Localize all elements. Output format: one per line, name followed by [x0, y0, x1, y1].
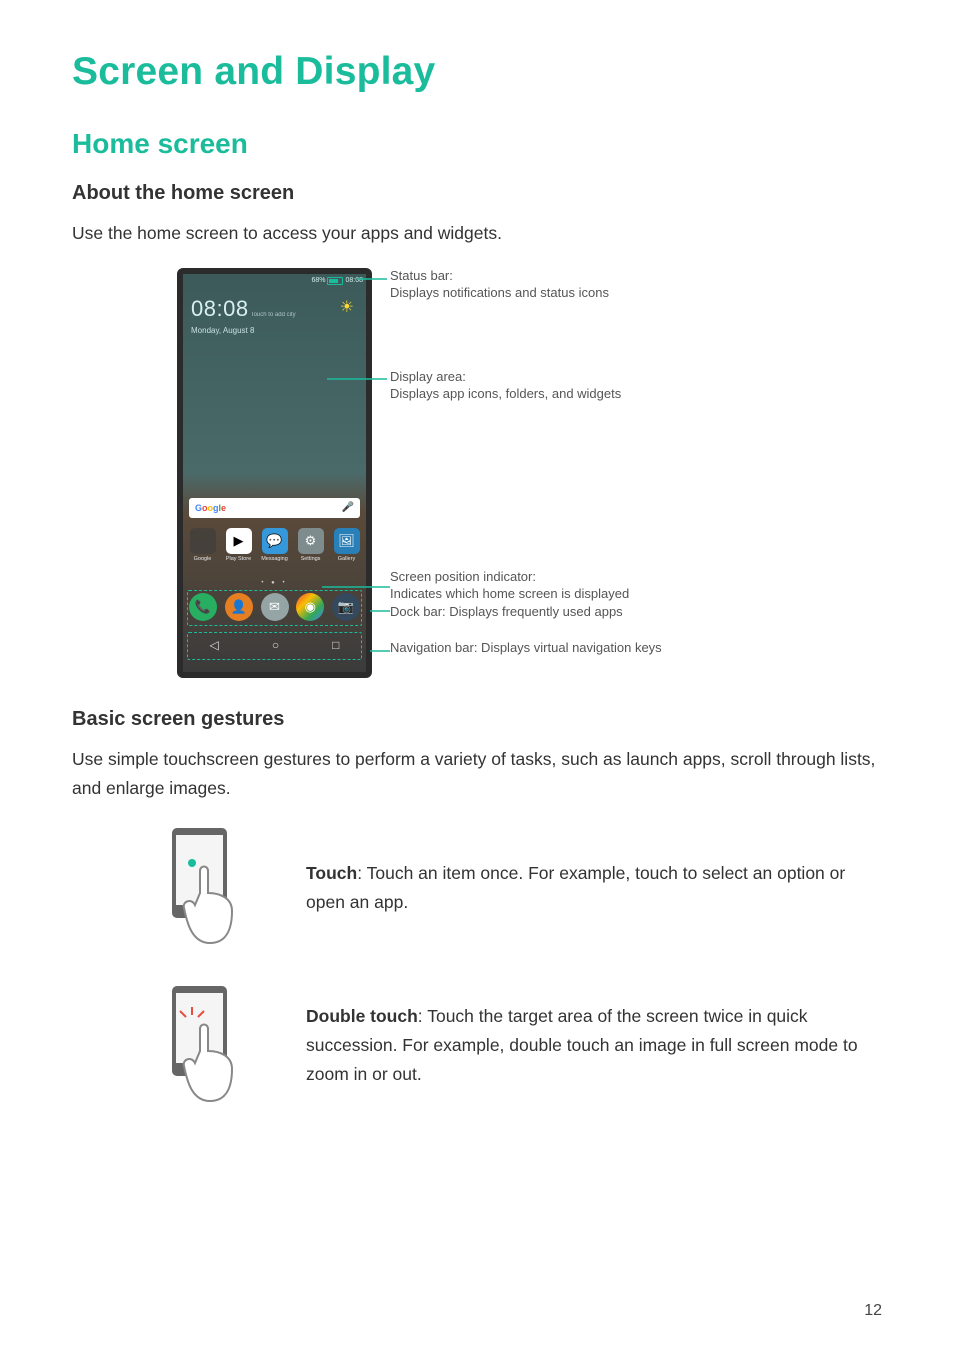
callout-position: Screen position indicator: Indicates whi…: [390, 568, 629, 603]
settings-icon: ⚙: [298, 528, 324, 554]
battery-pct: 68%: [311, 277, 325, 284]
subheading-gestures: Basic screen gestures: [72, 708, 882, 731]
page: Screen and Display Home screen About the…: [0, 0, 954, 1350]
dialer-icon: 📞: [189, 593, 217, 621]
gesture-touch-row: Touch: Touch an item once. For example, …: [72, 823, 882, 953]
home-screen-figure: 68% 08:08 08:08Touch to add city Monday,…: [177, 268, 777, 678]
callout-title: Display area:: [390, 368, 621, 386]
camera-icon: 📷: [332, 593, 360, 621]
gallery-icon: 🖼: [334, 528, 360, 554]
battery-icon: [327, 277, 343, 285]
gesture-doubletouch-text: Double touch: Touch the target area of t…: [306, 1002, 882, 1089]
page-number: 12: [864, 1302, 882, 1320]
contacts-icon: 👤: [225, 593, 253, 621]
callout-desc: Navigation bar: Displays virtual navigat…: [390, 639, 662, 657]
home-icon: ○: [272, 638, 279, 652]
google-logo: Google: [195, 503, 226, 513]
mic-icon: 🎤: [342, 502, 354, 513]
gesture-doubletouch-row: Double touch: Touch the target area of t…: [72, 981, 882, 1111]
gesture-name: Touch: [306, 863, 357, 883]
dock-row: 📞 👤 ✉ ◉ 📷: [189, 593, 360, 621]
subheading-about: About the home screen: [72, 182, 882, 205]
app-item: 💬 Messaging: [258, 528, 291, 562]
app-label: Messaging: [258, 556, 291, 562]
callout-nav: Navigation bar: Displays virtual navigat…: [390, 639, 662, 657]
phone-frame: 68% 08:08 08:08Touch to add city Monday,…: [177, 268, 372, 678]
weather-icon: ☀: [340, 297, 354, 317]
callout-statusbar: Status bar: Displays notifications and s…: [390, 267, 609, 302]
clock-date: Monday, August 8: [191, 326, 296, 335]
gestures-intro: Use simple touchscreen gestures to perfo…: [72, 745, 882, 803]
gesture-name: Double touch: [306, 1006, 418, 1026]
folder-icon: [190, 528, 216, 554]
app-label: Google: [186, 556, 219, 562]
clock-widget: 08:08Touch to add city Monday, August 8: [191, 296, 296, 335]
app-row: Google ▶ Play Store 💬 Messaging ⚙ Settin…: [186, 528, 363, 562]
callout-desc: Dock bar: Displays frequently used apps: [390, 603, 623, 621]
recent-icon: □: [332, 638, 339, 652]
section-heading: Home screen: [72, 128, 882, 160]
phone-screen: 68% 08:08 08:08Touch to add city Monday,…: [183, 274, 366, 672]
about-intro: Use the home screen to access your apps …: [72, 219, 882, 248]
clock-time: 08:08: [191, 296, 249, 321]
status-bar: 68% 08:08: [183, 274, 366, 288]
play-store-icon: ▶: [226, 528, 252, 554]
clock-addcity: Touch to add city: [251, 312, 296, 318]
nav-bar: ◁ ○ □: [183, 638, 366, 652]
email-icon: ✉: [261, 593, 289, 621]
gesture-touch-icon: [162, 823, 272, 953]
app-label: Gallery: [330, 556, 363, 562]
messaging-icon: 💬: [262, 528, 288, 554]
app-item: ⚙ Settings: [294, 528, 327, 562]
gesture-doubletouch-icon: [162, 981, 272, 1111]
callout-desc: Indicates which home screen is displayed: [390, 585, 629, 603]
app-item: ▶ Play Store: [222, 528, 255, 562]
callout-desc: Displays notifications and status icons: [390, 284, 609, 302]
callout-dock: Dock bar: Displays frequently used apps: [390, 603, 623, 621]
callout-desc: Displays app icons, folders, and widgets: [390, 385, 621, 403]
callout-title: Screen position indicator:: [390, 568, 629, 586]
callout-display: Display area: Displays app icons, folder…: [390, 368, 621, 403]
google-search-bar: Google 🎤: [189, 498, 360, 518]
gesture-touch-text: Touch: Touch an item once. For example, …: [306, 859, 882, 917]
app-label: Settings: [294, 556, 327, 562]
app-item: Google: [186, 528, 219, 562]
chrome-icon: ◉: [296, 593, 324, 621]
back-icon: ◁: [210, 638, 219, 652]
callout-title: Status bar:: [390, 267, 609, 285]
app-label: Play Store: [222, 556, 255, 562]
gesture-desc: : Touch an item once. For example, touch…: [306, 863, 845, 912]
page-title: Screen and Display: [72, 50, 882, 94]
app-item: 🖼 Gallery: [330, 528, 363, 562]
